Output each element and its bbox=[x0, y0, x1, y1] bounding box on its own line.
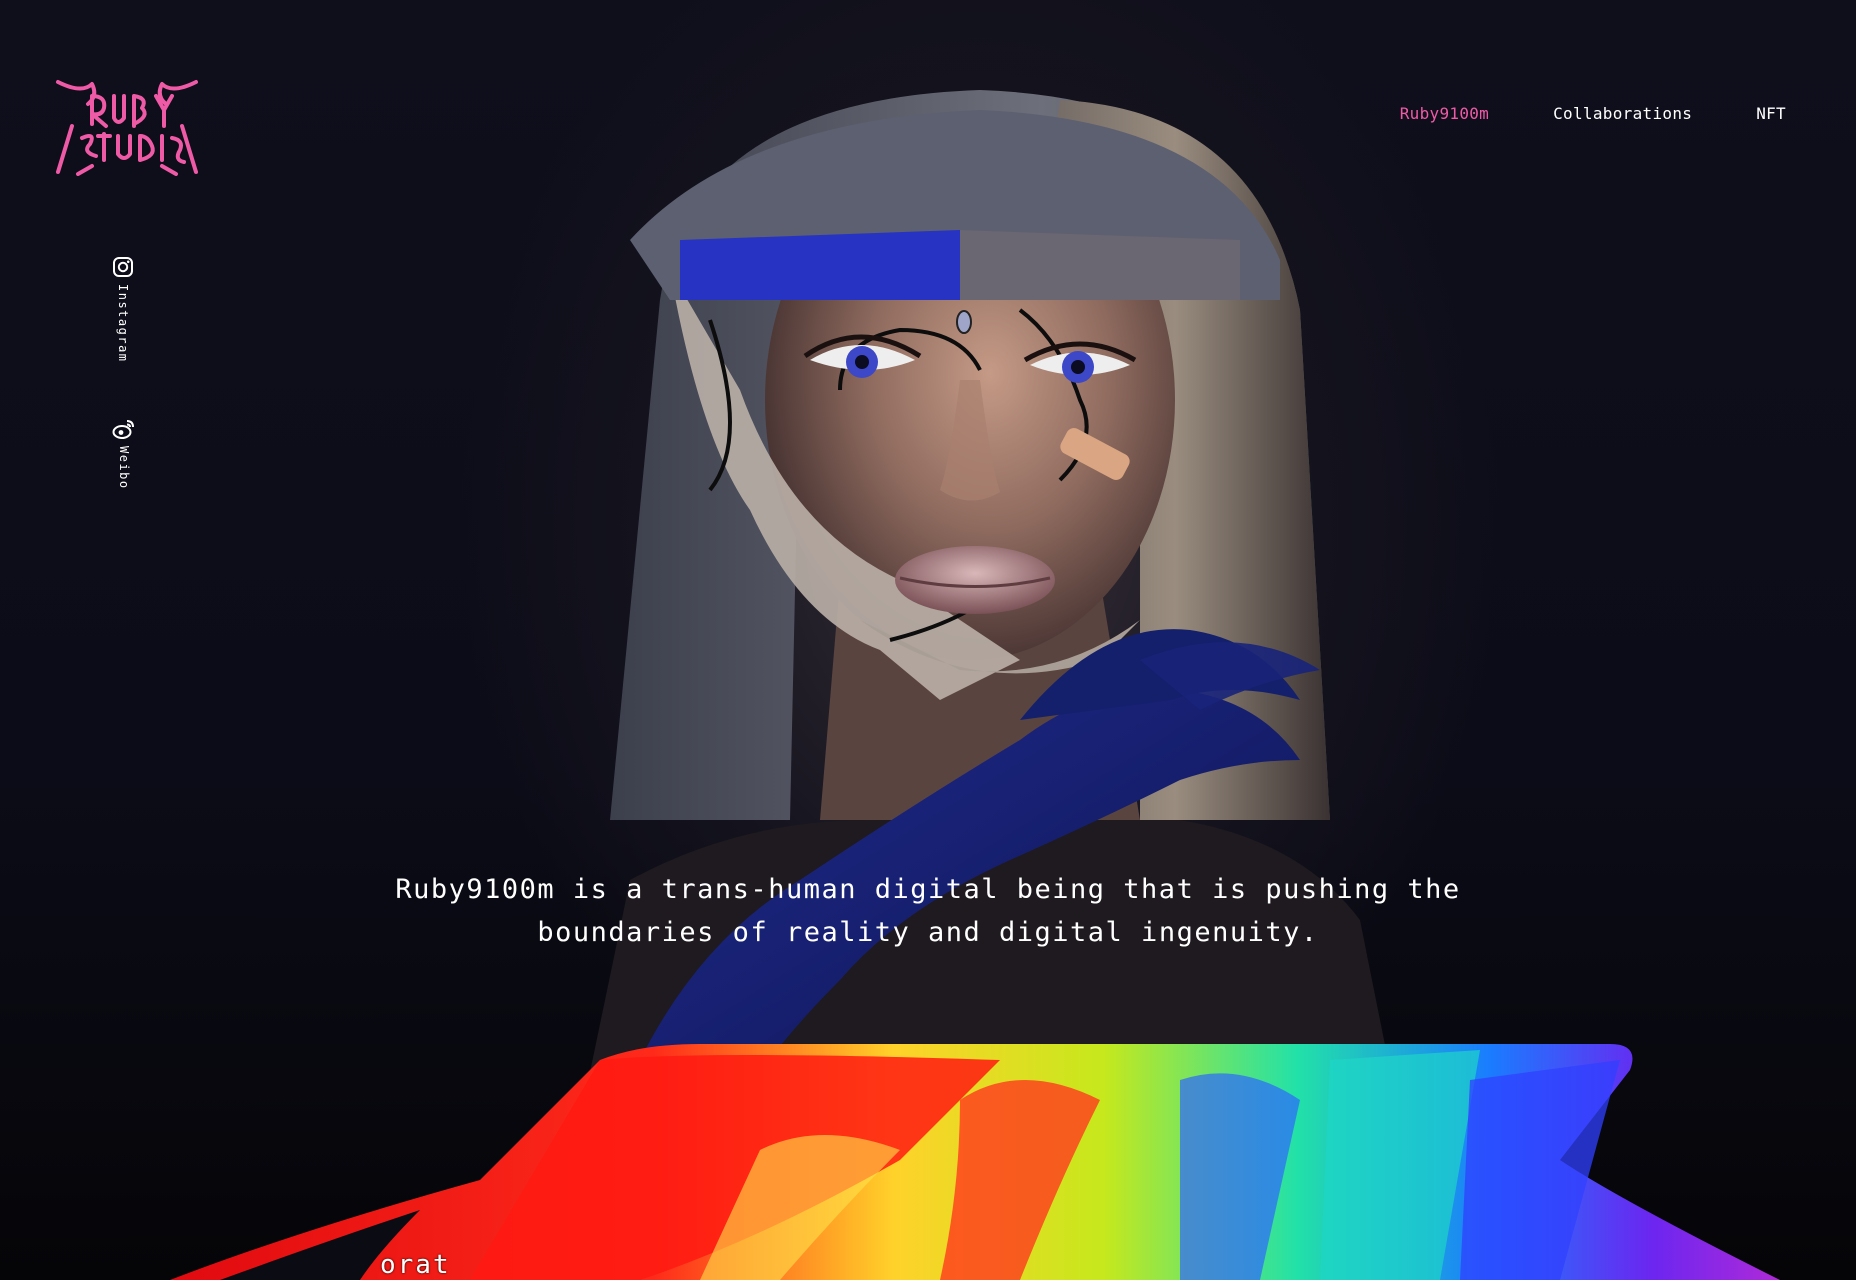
hero-portrait-image bbox=[580, 90, 1400, 1120]
tagline-line-1: Ruby9100m is a trans-human digital being… bbox=[395, 874, 1461, 905]
weibo-label: Weibo bbox=[117, 446, 131, 490]
tagline-line-2: boundaries of reality and digital ingenu… bbox=[537, 917, 1319, 948]
rainbow-glitch-artwork bbox=[170, 1044, 1780, 1280]
nav-item-collaborations[interactable]: Collaborations bbox=[1553, 104, 1692, 123]
next-section-heading-partial: orat bbox=[380, 1250, 451, 1280]
ruby-studio-logo[interactable] bbox=[52, 76, 202, 176]
nav-item-nft[interactable]: NFT bbox=[1756, 104, 1786, 123]
weibo-icon bbox=[112, 420, 134, 439]
instagram-icon bbox=[113, 257, 133, 277]
top-navigation: Ruby9100m Collaborations NFT bbox=[1400, 104, 1786, 123]
hero-tagline: Ruby9100m is a trans-human digital being… bbox=[0, 868, 1856, 954]
nav-item-ruby9100m[interactable]: Ruby9100m bbox=[1400, 104, 1489, 123]
instagram-link[interactable]: Instagram bbox=[112, 256, 134, 363]
instagram-label: Instagram bbox=[116, 284, 130, 363]
weibo-link[interactable]: Weibo bbox=[112, 418, 136, 490]
